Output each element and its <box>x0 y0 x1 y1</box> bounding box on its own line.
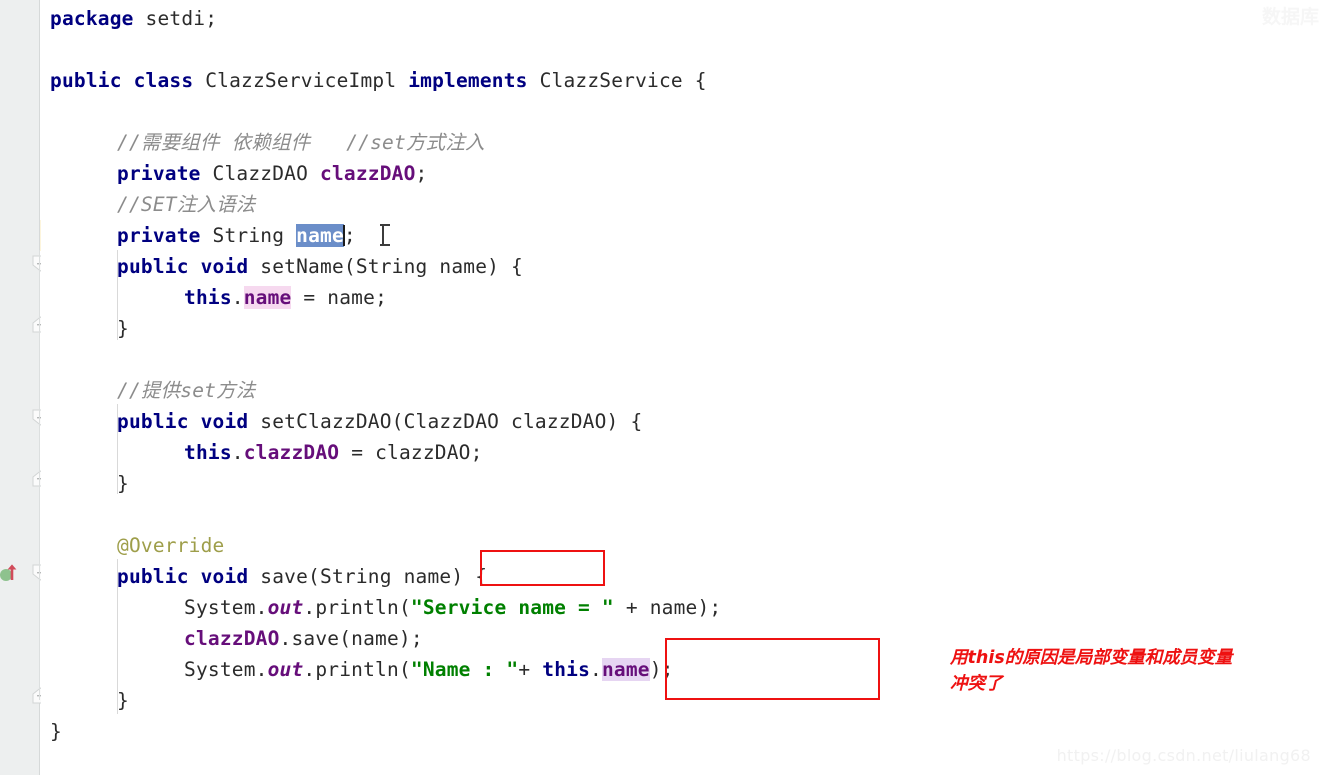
code-token: class <box>133 69 194 92</box>
code-token: = clazzDAO; <box>339 441 483 464</box>
code-line[interactable]: System.out.println("Service name = " + n… <box>41 592 1325 623</box>
code-line[interactable]: //SET注入语法 <box>41 189 1325 220</box>
code-token: } <box>50 720 62 743</box>
code-token: public <box>117 565 189 588</box>
red-annotation-note: 用this的原因是局部变量和成员变量 冲突了 <box>950 648 1233 694</box>
code-token: clazzDAO <box>184 627 280 650</box>
code-token: void <box>200 565 249 588</box>
code-token: .save(name); <box>279 627 423 650</box>
code-token: + <box>518 658 543 681</box>
code-token: . <box>590 658 602 681</box>
code-token: implements <box>408 69 528 92</box>
editor-gutter[interactable] <box>0 0 49 775</box>
code-token: name <box>243 286 292 309</box>
indent-guide <box>117 559 118 714</box>
code-token: = name; <box>291 286 388 309</box>
code-token: clazzDAO <box>320 162 416 185</box>
code-token: .println( <box>303 596 411 619</box>
code-token: out <box>267 596 304 619</box>
code-line[interactable]: @Override <box>41 530 1325 561</box>
indent-guide <box>117 250 118 340</box>
code-token: setClazzDAO(ClazzDAO clazzDAO) { <box>248 410 643 433</box>
code-token: //提供set方法 <box>117 379 256 402</box>
code-line[interactable]: } <box>41 716 1325 747</box>
code-token: public <box>117 410 189 433</box>
code-line[interactable]: public class ClazzServiceImpl implements… <box>41 65 1325 96</box>
code-token: name <box>296 224 344 247</box>
code-token: this <box>184 441 232 464</box>
code-token: System. <box>184 658 268 681</box>
code-token: out <box>267 658 304 681</box>
fold-region-line <box>39 250 40 700</box>
code-token: void <box>200 255 249 278</box>
code-token: setName(String name) { <box>248 255 523 278</box>
code-line[interactable] <box>41 34 1325 65</box>
code-token: //需要组件 依赖组件 //set方式注入 <box>117 131 485 154</box>
code-line[interactable]: package setdi; <box>41 3 1325 34</box>
code-token: + name); <box>613 596 722 619</box>
code-token: private <box>117 162 201 185</box>
code-line[interactable]: //提供set方法 <box>41 375 1325 406</box>
code-line[interactable]: public void setClazzDAO(ClazzDAO clazzDA… <box>41 406 1325 437</box>
code-token: @Override <box>117 534 225 557</box>
code-token: name <box>601 658 650 681</box>
code-line[interactable] <box>41 96 1325 127</box>
implementing-method-arrow-icon[interactable] <box>0 560 26 586</box>
code-token: this <box>184 286 232 309</box>
code-editor[interactable]: package setdi; public class ClazzServiceI… <box>0 0 1325 775</box>
code-line[interactable]: private String name; <box>41 220 1325 251</box>
csdn-watermark: https://blog.csdn.net/liulang68 <box>1056 746 1311 765</box>
code-line[interactable]: this.name = name; <box>41 282 1325 313</box>
code-token: void <box>200 410 249 433</box>
code-token: ClazzDAO <box>200 162 320 185</box>
code-token: . <box>231 286 244 309</box>
code-token: private <box>117 224 201 247</box>
code-line[interactable]: //需要组件 依赖组件 //set方式注入 <box>41 127 1325 158</box>
code-token: String <box>200 224 297 247</box>
code-token: ClazzService { <box>527 69 707 92</box>
indent-guide <box>117 404 118 494</box>
code-token: .println( <box>303 658 411 681</box>
code-line[interactable]: public void save(String name) { <box>41 561 1325 592</box>
red-box-save-param <box>480 550 605 586</box>
corner-watermark: 数据库 <box>1261 6 1319 28</box>
code-token: "Service name = " <box>410 596 614 619</box>
code-line[interactable]: private ClazzDAO clazzDAO; <box>41 158 1325 189</box>
code-line[interactable]: public void setName(String name) { <box>41 251 1325 282</box>
code-token: //SET注入语法 <box>117 193 256 216</box>
code-line[interactable] <box>41 344 1325 375</box>
code-line[interactable]: this.clazzDAO = clazzDAO; <box>41 437 1325 468</box>
code-token: System. <box>184 596 268 619</box>
red-box-this-name <box>665 638 880 700</box>
code-token: } <box>117 689 129 712</box>
code-line[interactable]: } <box>41 468 1325 499</box>
code-token: ; <box>415 162 428 185</box>
code-token: this <box>542 658 591 681</box>
code-token: package <box>50 7 134 30</box>
code-token: setdi; <box>133 7 218 30</box>
code-token: ; <box>343 224 356 247</box>
code-line[interactable] <box>41 499 1325 530</box>
code-token: } <box>117 317 129 340</box>
code-token: } <box>117 472 129 495</box>
code-token: ClazzServiceImpl <box>193 69 409 92</box>
code-token: "Name : " <box>410 658 519 681</box>
code-token: clazzDAO <box>243 441 340 464</box>
code-token: public <box>50 69 122 92</box>
code-token: public <box>117 255 189 278</box>
code-token: . <box>231 441 244 464</box>
code-line[interactable]: } <box>41 313 1325 344</box>
code-token: save(String name) { <box>248 565 488 588</box>
